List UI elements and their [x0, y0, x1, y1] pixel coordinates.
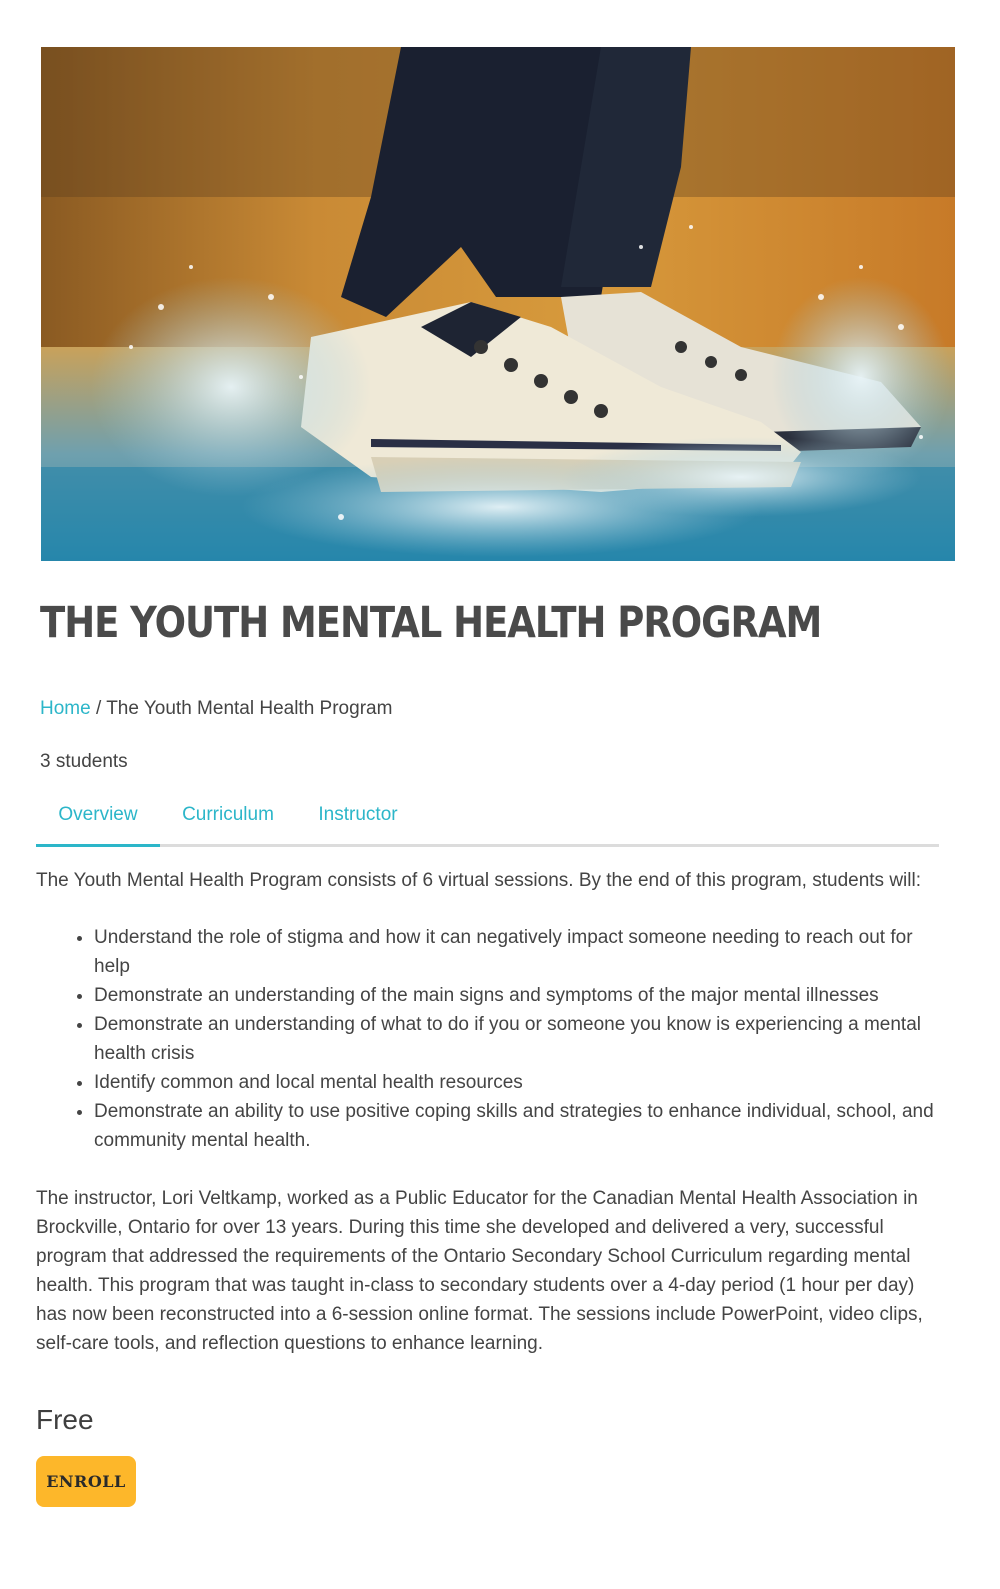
- list-item: Understand the role of stigma and how it…: [94, 923, 940, 981]
- breadcrumb: Home / The Youth Mental Health Program: [40, 698, 392, 720]
- breadcrumb-current: The Youth Mental Health Program: [106, 698, 393, 719]
- course-price: Free: [36, 1404, 94, 1435]
- tab-curriculum[interactable]: Curriculum: [168, 800, 288, 844]
- enroll-button[interactable]: ENROLL: [36, 1456, 136, 1507]
- tab-overview[interactable]: Overview: [36, 800, 160, 847]
- student-count: 3 students: [40, 751, 128, 772]
- course-hero-image: [41, 47, 955, 561]
- list-item: Demonstrate an understanding of the main…: [94, 981, 940, 1010]
- list-item: Demonstrate an ability to use positive c…: [94, 1097, 940, 1155]
- breadcrumb-home-link[interactable]: Home: [40, 698, 91, 719]
- list-item: Demonstrate an understanding of what to …: [94, 1010, 940, 1068]
- overview-intro: The Youth Mental Health Program consists…: [36, 870, 921, 891]
- overview-content: The Youth Mental Health Program consists…: [36, 866, 940, 1358]
- course-title: THE YOUTH MENTAL HEALTH PROGRAM: [40, 598, 822, 648]
- instructor-bio: The instructor, Lori Veltkamp, worked as…: [36, 1188, 923, 1354]
- course-tabs: Overview Curriculum Instructor: [36, 800, 939, 847]
- learning-outcomes-list: Understand the role of stigma and how it…: [36, 923, 940, 1155]
- list-item: Identify common and local mental health …: [94, 1068, 940, 1097]
- tab-instructor[interactable]: Instructor: [306, 800, 410, 844]
- breadcrumb-separator: /: [90, 698, 107, 719]
